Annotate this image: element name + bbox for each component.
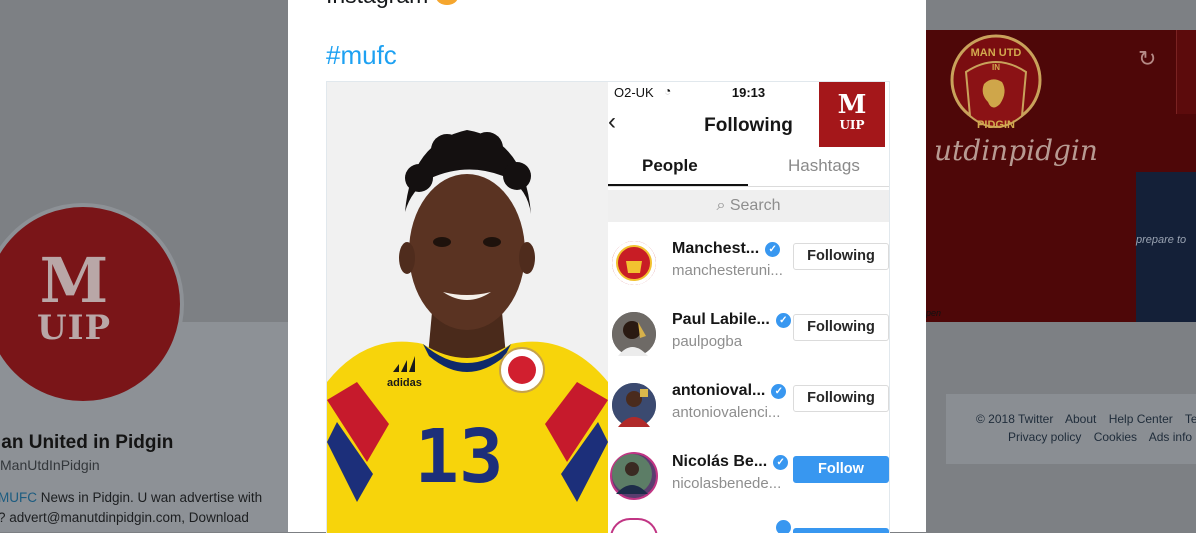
bio-line-2: ? advert@manutdinpidgin.com, Download [0, 510, 249, 525]
active-tab-indicator [608, 184, 748, 186]
account-handle: nicolasbenede... [672, 475, 782, 492]
bio-hashtag-link[interactable]: MUFC [0, 490, 37, 505]
person-photo-icon [612, 383, 656, 427]
search-input[interactable]: ⌕ Search [608, 190, 889, 222]
profile-handle[interactable]: ManUtdInPidgin [0, 457, 100, 473]
watermark-uip: UIP [839, 118, 865, 132]
account-handle: antoniovalenci... [672, 404, 781, 421]
following-button[interactable]: Following [793, 385, 889, 412]
footer-privacy-link[interactable]: Privacy policy [1008, 430, 1081, 444]
crest-bottom-text: PIDGIN [977, 119, 1015, 131]
account-handle: manchesteruni... [672, 262, 783, 279]
person-photo-icon [612, 312, 656, 356]
tweet-media-image[interactable]: adidas 13 O2-UK ◔ 19:13 ‹ Following M UI… [326, 81, 890, 533]
follow-button[interactable] [793, 528, 889, 533]
list-item[interactable]: Nicolás Be... ✓ nicolasbenede... Follow [608, 441, 889, 512]
watermark-m: M [837, 90, 867, 120]
crest-top-text: MAN UTD [971, 47, 1022, 59]
list-item-partial [608, 514, 889, 533]
following-button[interactable]: Following [793, 243, 889, 270]
player-illustration: adidas 13 [327, 82, 608, 533]
footer-ads-link[interactable]: Ads info [1149, 430, 1192, 444]
verified-icon: ✓ [765, 242, 781, 257]
account-name: Nicolás Be... ✓ [672, 453, 789, 471]
emoji-icon [436, 0, 459, 5]
footer-links: © 2018 Twitter About Help Center Te Priv… [976, 410, 1196, 446]
footer-help-link[interactable]: Help Center [1109, 412, 1173, 426]
avatar [610, 381, 658, 429]
footer-about-link[interactable]: About [1065, 412, 1096, 426]
tab-people[interactable]: People [642, 156, 698, 176]
footer-terms-link[interactable]: Te [1185, 412, 1196, 426]
search-icon: ⌕ [716, 197, 726, 214]
account-name: antonioval... ✓ [672, 382, 787, 400]
avatar [610, 518, 658, 533]
instagram-following-screenshot: O2-UK ◔ 19:13 ‹ Following M UIP People H… [608, 82, 889, 533]
verified-icon: ✓ [775, 313, 791, 328]
avatar [610, 452, 658, 500]
profile-name[interactable]: lan United in Pidgin [0, 432, 173, 454]
header-side-strip [1176, 30, 1196, 114]
man-utd-crest-icon [612, 241, 656, 285]
footer-copyright: © 2018 Twitter [976, 412, 1054, 426]
muip-watermark-logo: M UIP [819, 82, 885, 147]
person-photo-icon [612, 454, 652, 494]
account-name: Paul Labile... ✓ [672, 311, 791, 329]
brand-text: adidas [387, 377, 422, 389]
tweet-text-fragment: Instagram [326, 0, 428, 8]
list-item[interactable]: Paul Labile... ✓ paulpogba Following [608, 299, 889, 370]
avatar-logo-m: M [39, 244, 109, 317]
header-open-text: pen [926, 308, 942, 318]
avatar [610, 239, 658, 287]
footer-cookies-link[interactable]: Cookies [1094, 430, 1137, 444]
avatar [610, 310, 658, 358]
verified-icon: ✓ [771, 384, 787, 399]
following-button[interactable]: Following [793, 314, 889, 341]
verified-icon: ✓ [773, 455, 789, 470]
avatar-logo-uip: UIP [36, 308, 112, 348]
verified-icon [776, 520, 791, 533]
bio-line-1: News in Pidgin. U wan advertise with [37, 490, 263, 505]
player-photo: adidas 13 [327, 82, 608, 533]
search-placeholder: Search [729, 197, 781, 214]
list-item[interactable]: Manchest... ✓ manchesteruni... Following [608, 228, 889, 299]
header-site-name: utdinpidgin [934, 134, 1098, 167]
jersey-number: 13 [414, 414, 503, 500]
muip-logo: M UIP [34, 244, 114, 348]
profile-header-image: MAN UTD IN PIDGIN utdinpidgin ↻ prepare … [926, 30, 1196, 322]
account-name: Manchest... ✓ [672, 240, 781, 258]
header-dark-panel [1136, 172, 1196, 322]
crest-in-text: IN [992, 63, 1000, 72]
reload-icon[interactable]: ↻ [1138, 46, 1156, 72]
list-item[interactable]: antonioval... ✓ antoniovalenci... Followi… [608, 370, 889, 441]
header-panel-text: prepare to [1136, 234, 1187, 246]
account-handle: paulpogba [672, 333, 743, 350]
man-utd-crest-icon: MAN UTD IN PIDGIN [950, 34, 1042, 131]
tab-bar: People Hashtags [608, 146, 889, 187]
hashtag-link[interactable]: #mufc [326, 40, 397, 71]
follow-button[interactable]: Follow [793, 456, 889, 483]
tweet-text-previous-line: Instagram [326, 0, 459, 9]
tweet-modal: Instagram #mufc [288, 0, 926, 533]
profile-bio: MUFC News in Pidgin. U wan advertise wit… [0, 488, 298, 528]
tab-hashtags[interactable]: Hashtags [788, 156, 860, 176]
